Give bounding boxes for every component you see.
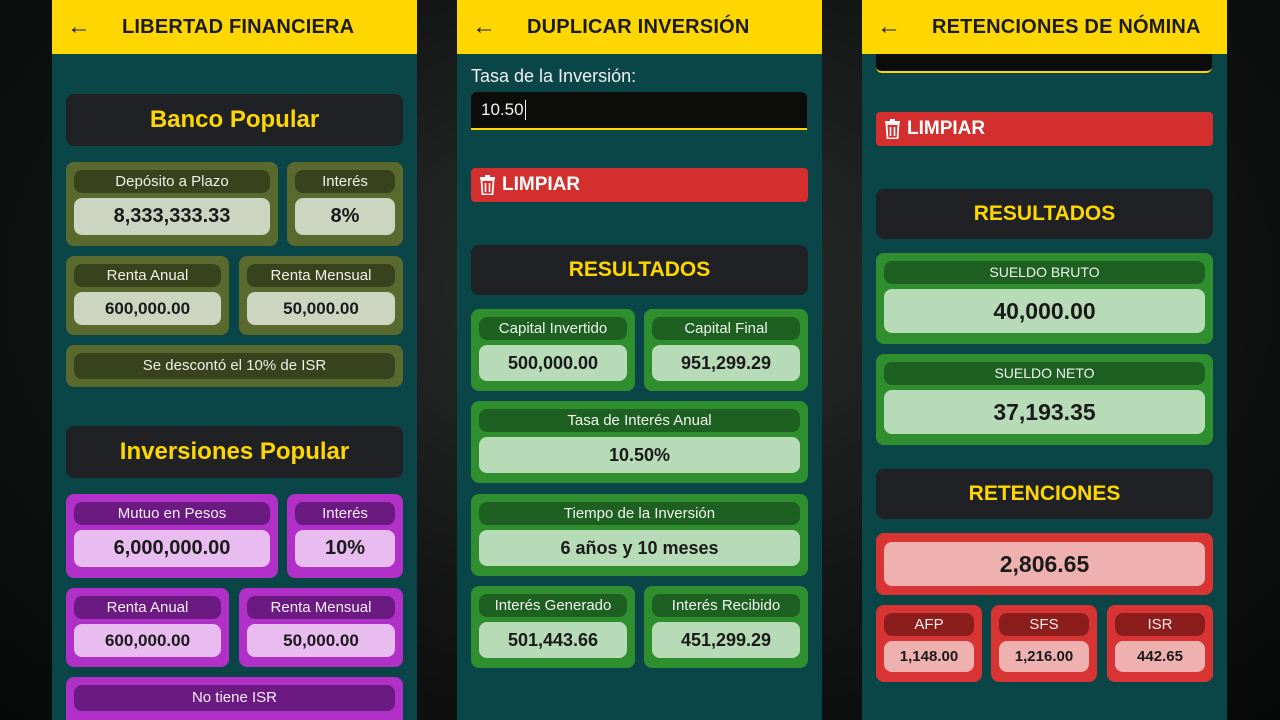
tiempo-inversion-card: Tiempo de la Inversión 6 años y 10 meses [471, 494, 808, 576]
no-isr-note: No tiene ISR [74, 685, 395, 711]
no-isr-note-card: No tiene ISR [66, 677, 403, 720]
clear-button-label: LIMPIAR [907, 118, 986, 139]
capital-invertido-card: Capital Invertido 500,000.00 [471, 309, 635, 391]
back-arrow-icon[interactable]: ← [862, 0, 916, 54]
text-caret [524, 100, 526, 120]
capital-invertido-label: Capital Invertido [479, 317, 627, 340]
interes-generado-card: Interés Generado 501,443.66 [471, 586, 635, 668]
tasa-interes-card: Tasa de Interés Anual 10.50% [471, 401, 808, 483]
resultados-header: RESULTADOS [876, 189, 1213, 239]
sueldo-neto-card: SUELDO NETO 37,193.35 [876, 354, 1213, 445]
clear-button[interactable]: LIMPIAR [471, 168, 808, 202]
capital-invertido-value: 500,000.00 [479, 345, 627, 381]
clear-button[interactable]: LIMPIAR [876, 112, 1213, 146]
isr-note-card: Se descontó el 10% de ISR [66, 345, 403, 387]
inversiones-popular-header: Inversiones Popular [66, 426, 403, 478]
interes-generado-label: Interés Generado [479, 594, 627, 617]
sueldo-neto-value: 37,193.35 [884, 390, 1205, 434]
screen-libertad-financiera: ← LIBERTAD FINANCIERA Banco Popular Depó… [52, 0, 417, 720]
interes-purple-value: 10% [295, 530, 395, 567]
retenciones-total-card: 2,806.65 [876, 533, 1213, 595]
mutuo-card: Mutuo en Pesos 6,000,000.00 [66, 494, 278, 578]
interes-generado-value: 501,443.66 [479, 622, 627, 658]
interes-recibido-value: 451,299.29 [652, 622, 800, 658]
screen-title: RETENCIONES DE NÓMINA [932, 15, 1201, 38]
trash-icon [480, 175, 495, 195]
renta-anual-purple-card: Renta Anual 600,000.00 [66, 588, 229, 667]
sueldo-bruto-value: 40,000.00 [884, 289, 1205, 333]
retenciones-total-value: 2,806.65 [884, 542, 1205, 586]
isr-note: Se descontó el 10% de ISR [74, 353, 395, 379]
app-bar: ← LIBERTAD FINANCIERA [52, 0, 417, 54]
sfs-card: SFS 1,216.00 [991, 605, 1097, 682]
renta-mensual-card: Renta Mensual 50,000.00 [239, 256, 403, 335]
isr-label: ISR [1115, 613, 1205, 636]
app-bar: ← RETENCIONES DE NÓMINA [862, 0, 1227, 54]
banco-popular-header: Banco Popular [66, 94, 403, 146]
resultados-header: RESULTADOS [471, 245, 808, 295]
isr-card: ISR 442.65 [1107, 605, 1213, 682]
interes-value: 8% [295, 198, 395, 235]
mutuo-value: 6,000,000.00 [74, 530, 270, 567]
deposito-label: Depósito a Plazo [74, 170, 270, 193]
capital-final-card: Capital Final 951,299.29 [644, 309, 808, 391]
app-bar: ← DUPLICAR INVERSIÓN [457, 0, 822, 54]
interes-recibido-label: Interés Recibido [652, 594, 800, 617]
tiempo-inversion-label: Tiempo de la Inversión [479, 502, 800, 525]
renta-mensual-purple-card: Renta Mensual 50,000.00 [239, 588, 403, 667]
back-arrow-icon[interactable]: ← [457, 0, 511, 54]
sfs-label: SFS [999, 613, 1089, 636]
clear-button-label: LIMPIAR [502, 174, 581, 195]
renta-mensual-purple-label: Renta Mensual [247, 596, 395, 619]
back-arrow-icon[interactable]: ← [52, 0, 106, 54]
interes-card: Interés 8% [287, 162, 403, 246]
renta-anual-label: Renta Anual [74, 264, 221, 287]
tasa-input-value: 10.50 [481, 100, 524, 119]
isr-value: 442.65 [1115, 641, 1205, 672]
screen-title: DUPLICAR INVERSIÓN [527, 15, 750, 38]
capital-final-value: 951,299.29 [652, 345, 800, 381]
tasa-interes-label: Tasa de Interés Anual [479, 409, 800, 432]
afp-label: AFP [884, 613, 974, 636]
interes-label: Interés [295, 170, 395, 193]
afp-card: AFP 1,148.00 [876, 605, 982, 682]
interes-recibido-card: Interés Recibido 451,299.29 [644, 586, 808, 668]
renta-anual-value: 600,000.00 [74, 292, 221, 325]
afp-value: 1,148.00 [884, 641, 974, 672]
sueldo-bruto-card: SUELDO BRUTO 40,000.00 [876, 253, 1213, 344]
renta-mensual-value: 50,000.00 [247, 292, 395, 325]
retenciones-header: RETENCIONES [876, 469, 1213, 519]
renta-anual-purple-value: 600,000.00 [74, 624, 221, 657]
tasa-input[interactable]: 10.50 [471, 92, 807, 130]
screen-retenciones-nomina: ← RETENCIONES DE NÓMINA LIMPIAR RESULTAD… [862, 0, 1227, 720]
screen-title: LIBERTAD FINANCIERA [122, 15, 355, 38]
interes-purple-label: Interés [295, 502, 395, 525]
renta-mensual-purple-value: 50,000.00 [247, 624, 395, 657]
tiempo-inversion-value: 6 años y 10 meses [479, 530, 800, 566]
mutuo-label: Mutuo en Pesos [74, 502, 270, 525]
tasa-input-label: Tasa de la Inversión: [471, 66, 637, 86]
renta-anual-card: Renta Anual 600,000.00 [66, 256, 229, 335]
deposito-value: 8,333,333.33 [74, 198, 270, 235]
interes-purple-card: Interés 10% [287, 494, 403, 578]
sfs-value: 1,216.00 [999, 641, 1089, 672]
renta-mensual-label: Renta Mensual [247, 264, 395, 287]
screen-duplicar-inversion: ← DUPLICAR INVERSIÓN Tasa de la Inversió… [457, 0, 822, 720]
trash-icon [885, 119, 900, 139]
deposito-card: Depósito a Plazo 8,333,333.33 [66, 162, 278, 246]
sueldo-bruto-label: SUELDO BRUTO [884, 261, 1205, 284]
renta-anual-purple-label: Renta Anual [74, 596, 221, 619]
tasa-interes-value: 10.50% [479, 437, 800, 473]
sueldo-neto-label: SUELDO NETO [884, 362, 1205, 385]
capital-final-label: Capital Final [652, 317, 800, 340]
